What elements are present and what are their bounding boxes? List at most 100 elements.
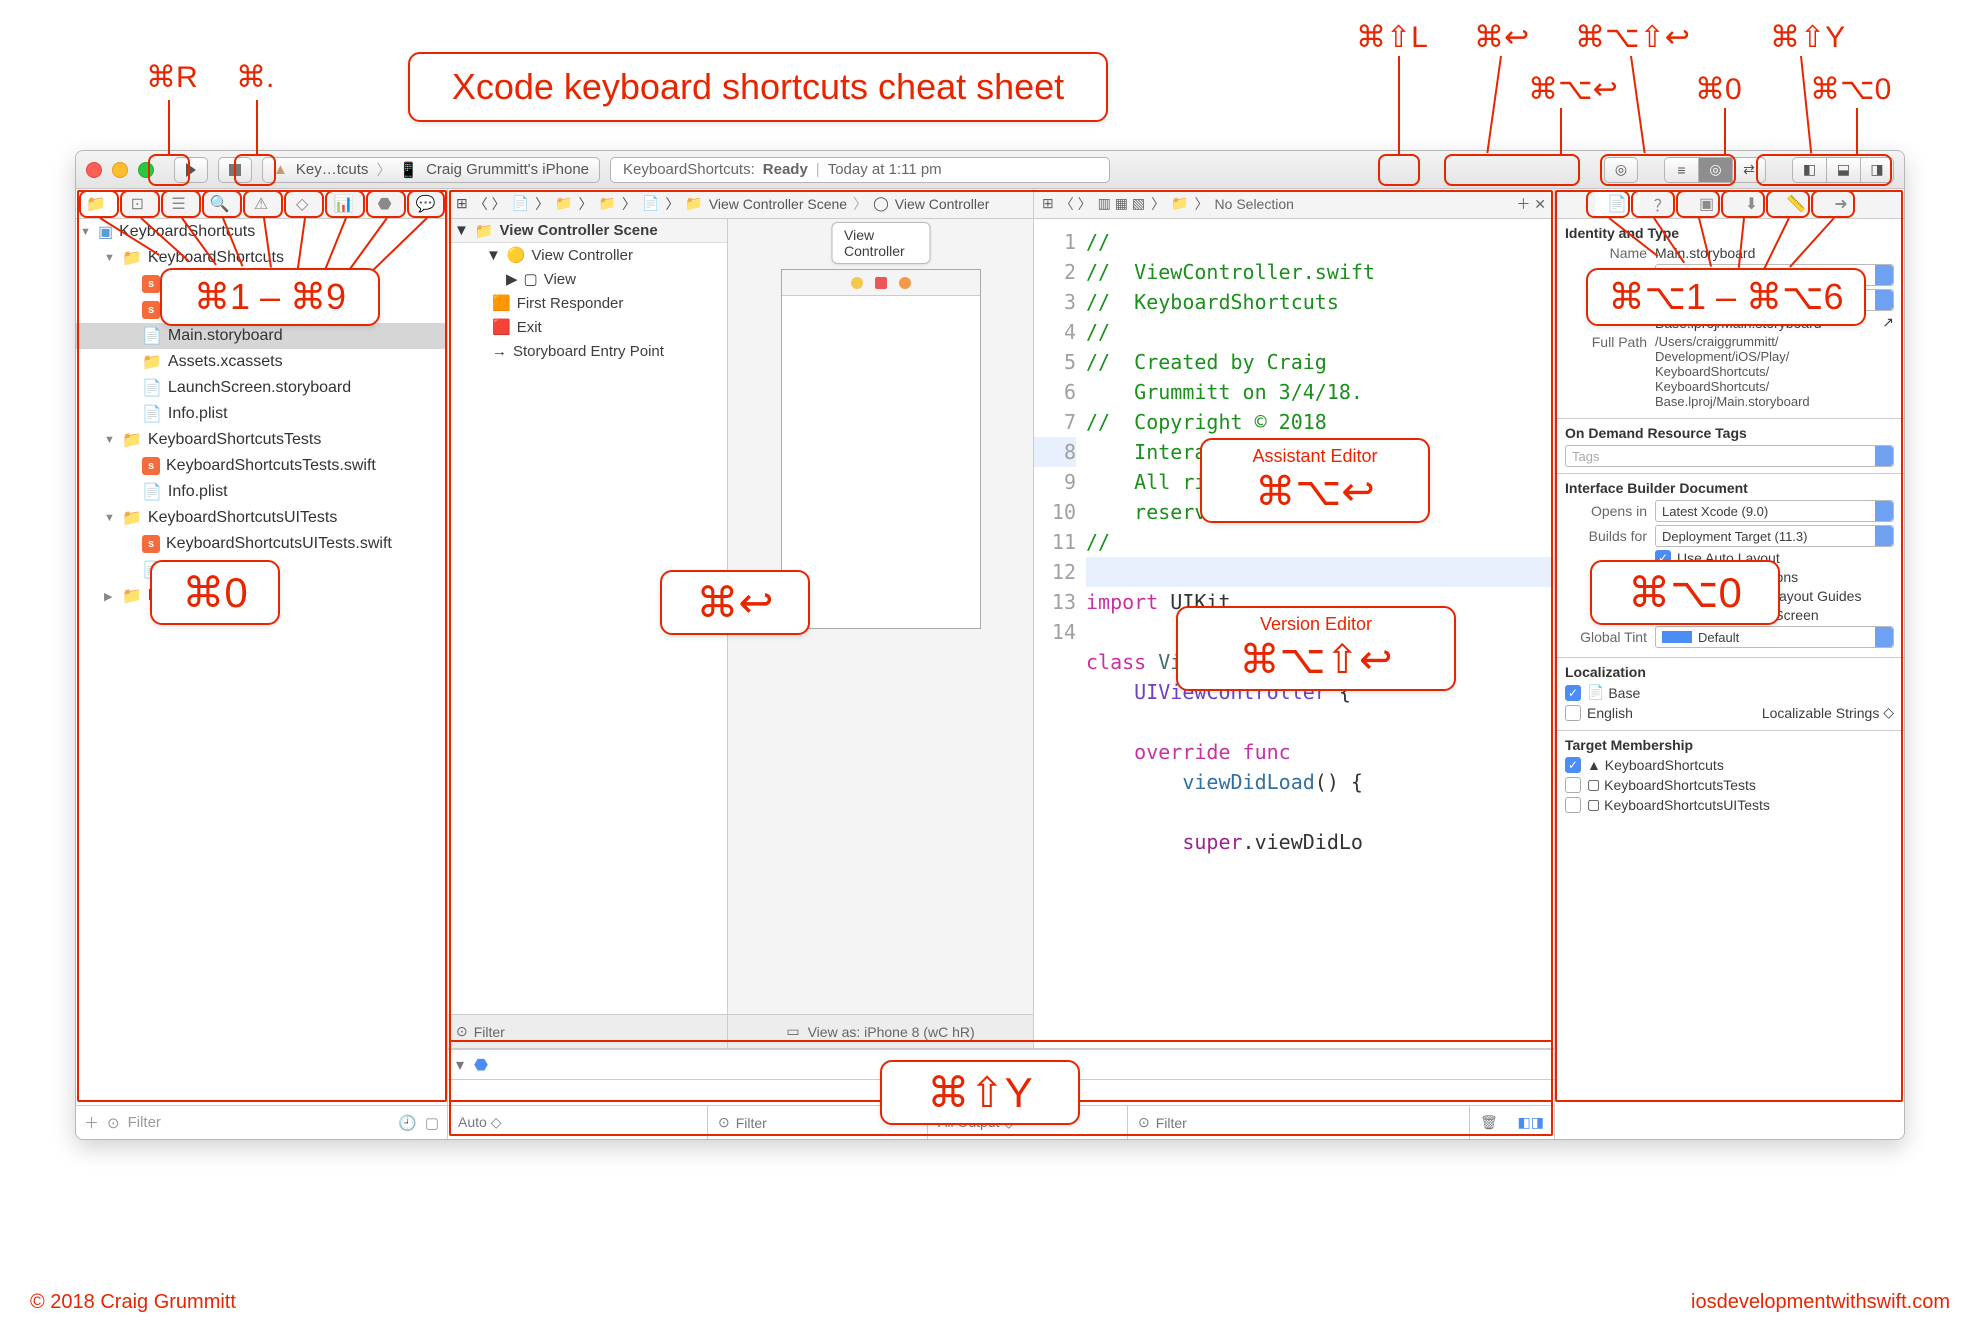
project-navigator-tree[interactable]: ▼ ▣ KeyboardShortcuts ▼📁KeyboardShortcut… <box>76 219 447 1105</box>
code-jump-bar[interactable]: ⊞〈 〉 ▥ ▦ ▧〉📁〉 No Selection ＋ ✕ <box>1034 189 1554 219</box>
global-tint-dropdown[interactable]: Default <box>1655 626 1894 648</box>
tree-row[interactable]: 📄Info.plist <box>76 401 447 427</box>
source-control-navigator-tab[interactable]: ⊡ <box>117 189 158 218</box>
target-3-checkbox[interactable] <box>1565 797 1581 813</box>
ann-library: ⌘⇧L <box>1356 20 1428 55</box>
ann-nav-hide: ⌘0 <box>150 560 280 625</box>
report-navigator-tab[interactable]: 💬 <box>406 189 447 218</box>
connections-inspector-tab[interactable]: ➜ <box>1819 189 1864 218</box>
ann-debug-area: ⌘⇧Y <box>880 1060 1080 1125</box>
device-config-icon[interactable]: ▭ <box>786 1023 799 1040</box>
outline-filter-input[interactable]: Filter <box>474 1024 505 1040</box>
ann-version-editor: Version Editor ⌘⌥⇧↩ <box>1176 606 1456 691</box>
symbol-navigator-tab[interactable]: ☰ <box>158 189 199 218</box>
swift-icon: s <box>142 535 160 553</box>
english-localization-checkbox[interactable] <box>1565 705 1581 721</box>
assets-icon: 📁 <box>142 352 162 372</box>
file-inspector-tab[interactable]: 📄 <box>1595 189 1640 218</box>
inspector-tab-strip: 📄 ？ ▣ ⬇ 📏 ➜ <box>1555 189 1904 219</box>
console-filter-input[interactable]: Filter <box>1156 1115 1187 1131</box>
navigator-filter-bar: ＋ ⊙ Filter 🕘 ▢ <box>76 1105 447 1139</box>
ann-nav-tabs: ⌘1 – ⌘9 <box>160 268 380 326</box>
view-as-label[interactable]: View as: iPhone 8 (wC hR) <box>808 1024 975 1040</box>
attributes-inspector-tab[interactable]: ⬇ <box>1730 189 1775 218</box>
activity-status: KeyboardShortcuts: Ready | Today at 1:11… <box>610 157 1110 183</box>
assistant-editor-button[interactable]: ◎ <box>1698 157 1732 183</box>
split-toggle-icon[interactable]: ◧◨ <box>1518 1114 1544 1131</box>
issue-navigator-tab[interactable]: ⚠ <box>241 189 282 218</box>
find-navigator-tab[interactable]: 🔍 <box>200 189 241 218</box>
scm-filter-icon[interactable]: ▢ <box>425 1114 439 1132</box>
standard-editor-button[interactable]: ≡ <box>1664 157 1698 183</box>
file-name-field[interactable]: Main.storyboard <box>1655 245 1894 261</box>
tree-row[interactable]: 📄Main.storyboard <box>76 323 447 349</box>
editor-mode-group: ≡ ◎ ⇄ <box>1664 157 1766 183</box>
plist-icon: 📄 <box>142 482 162 502</box>
toggle-inspector-button[interactable]: ◨ <box>1860 157 1894 183</box>
recent-filter-icon[interactable]: 🕘 <box>398 1114 417 1132</box>
zoom-window-icon[interactable] <box>138 162 154 178</box>
close-window-icon[interactable] <box>86 162 102 178</box>
ann-nav0: ⌘0 <box>1695 72 1742 107</box>
version-editor-button[interactable]: ⇄ <box>1732 157 1766 183</box>
ann-insp-hide: ⌘⌥0 <box>1590 560 1780 625</box>
storyboard-icon: 📄 <box>142 378 162 398</box>
minimize-window-icon[interactable] <box>112 162 128 178</box>
project-navigator-tab[interactable]: 📁 <box>76 189 117 218</box>
tree-root[interactable]: ▼ ▣ KeyboardShortcuts <box>76 219 447 245</box>
breakpoint-navigator-tab[interactable]: ⬣ <box>365 189 406 218</box>
identity-inspector-tab[interactable]: ▣ <box>1685 189 1730 218</box>
filter-icon: ⊙ <box>456 1023 468 1040</box>
outline-row[interactable]: 🟧First Responder <box>448 291 727 315</box>
ann-insp-tabs: ⌘⌥1 – ⌘⌥6 <box>1586 268 1866 326</box>
test-navigator-tab[interactable]: ◇ <box>282 189 323 218</box>
builds-for-dropdown[interactable]: Deployment Target (11.3) <box>1655 525 1894 547</box>
outline-row[interactable]: 🟥Exit <box>448 315 727 339</box>
outline-row[interactable]: ▼🟡View Controller <box>448 243 727 267</box>
help-inspector-tab[interactable]: ？ <box>1640 189 1685 218</box>
variables-scope-selector[interactable]: Auto ◇ <box>458 1114 501 1131</box>
tree-row[interactable]: ▼📁KeyboardShortcutsTests <box>76 427 447 453</box>
library-button[interactable]: ◎ <box>1604 157 1638 183</box>
base-localization-checkbox[interactable]: ✓ <box>1565 685 1581 701</box>
trash-icon[interactable]: 🗑 <box>1480 1114 1498 1131</box>
target-1-checkbox[interactable]: ✓ <box>1565 757 1581 773</box>
filter-icon: ⊙ <box>718 1114 730 1131</box>
ib-jump-bar[interactable]: ⊞ 〈 〉 📄〉📁〉📁〉📄〉 📁View Controller Scene 〉 … <box>448 189 1033 219</box>
variables-filter-input[interactable]: Filter <box>736 1115 767 1131</box>
breakpoint-toggle-icon[interactable]: ⬣ <box>474 1055 488 1075</box>
toggle-debug-button[interactable]: ⬓ <box>1826 157 1860 183</box>
stop-button[interactable] <box>218 157 252 183</box>
opens-in-dropdown[interactable]: Latest Xcode (9.0) <box>1655 500 1894 522</box>
swift-icon: s <box>142 457 160 475</box>
toggle-navigator-button[interactable]: ◧ <box>1792 157 1826 183</box>
ann-run-label: ⌘R <box>146 60 198 95</box>
size-inspector-tab[interactable]: 📏 <box>1774 189 1819 218</box>
tree-row[interactable]: ▼📁KeyboardShortcutsUITests <box>76 505 447 531</box>
tree-row[interactable]: 📄Info.plist <box>76 479 447 505</box>
tree-row[interactable]: sKeyboardShortcutsUITests.swift <box>76 531 447 557</box>
debug-navigator-tab[interactable]: 📊 <box>323 189 364 218</box>
scheme-selector[interactable]: ▲ Key…tcuts 〉 📱 Craig Grummitt's iPhone <box>262 157 600 183</box>
canvas-vc-title: View Controller <box>831 222 930 264</box>
tree-row[interactable]: sKeyboardShortcutsTests.swift <box>76 453 447 479</box>
outline-row[interactable]: ▶▢View <box>448 267 727 291</box>
tree-row[interactable]: 📄LaunchScreen.storyboard <box>76 375 447 401</box>
filter-input[interactable]: Filter <box>128 1114 391 1131</box>
ann-asst: ⌘⌥↩ <box>1528 72 1618 107</box>
filter-icon: ⊙ <box>107 1114 120 1132</box>
navigator-panel: 📁 ⊡ ☰ 🔍 ⚠ ◇ 📊 ⬣ 💬 ▼ ▣ KeyboardShortcuts … <box>76 189 448 1139</box>
tags-field[interactable]: Tags <box>1565 445 1894 467</box>
outline-row[interactable]: →Storyboard Entry Point <box>448 339 727 363</box>
scheme-device-label: Craig Grummitt's iPhone <box>426 161 589 178</box>
swift-icon: s <box>142 301 160 319</box>
reveal-icon[interactable]: ↗ <box>1882 314 1894 331</box>
footer-copyright: © 2018 Craig Grummitt <box>30 1291 236 1314</box>
run-button[interactable] <box>174 157 208 183</box>
add-icon[interactable]: ＋ <box>84 1112 99 1133</box>
tree-row[interactable]: 📁Assets.xcassets <box>76 349 447 375</box>
view-controller-canvas[interactable]: View Controller <box>781 269 981 629</box>
target-2-checkbox[interactable] <box>1565 777 1581 793</box>
hide-debug-icon[interactable]: ▾ <box>456 1055 464 1075</box>
ann-std: ⌘↩ <box>1474 20 1529 55</box>
